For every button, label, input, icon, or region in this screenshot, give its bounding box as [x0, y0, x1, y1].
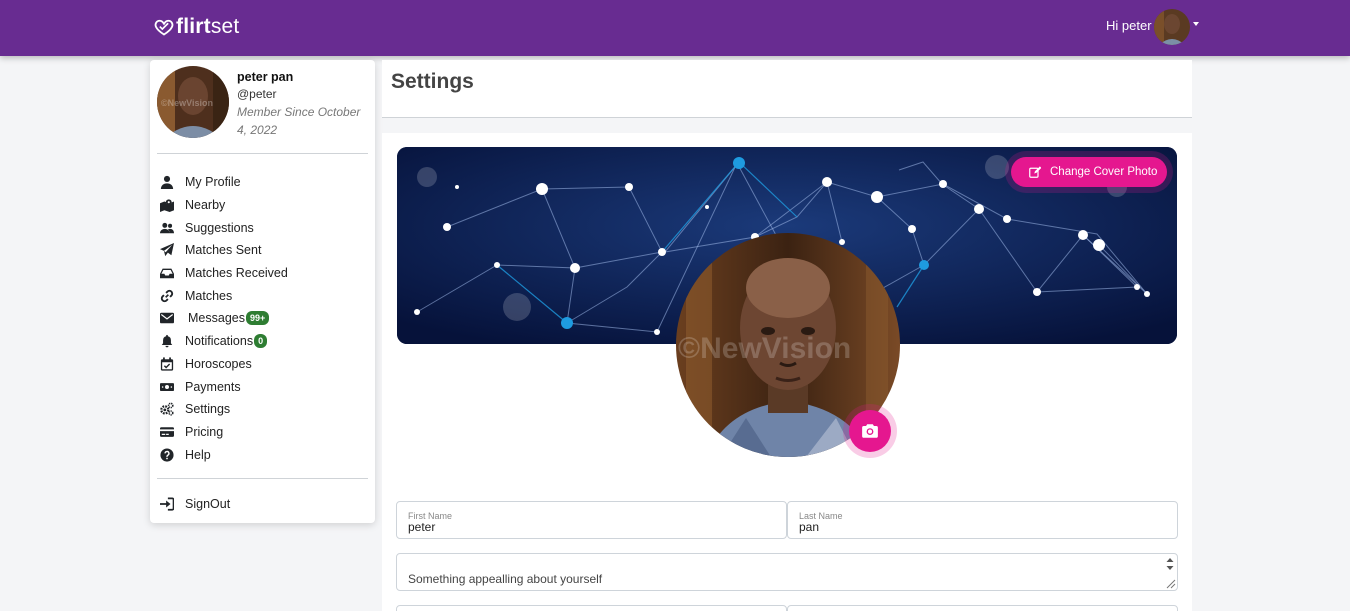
sidebar-item-label: Help: [185, 447, 211, 462]
change-cover-photo-button[interactable]: Change Cover Photo: [1011, 157, 1167, 187]
sidebar-item-label: Matches Sent: [185, 243, 262, 258]
watermark-text: ©NewVision: [161, 98, 213, 108]
sidebar-item-label: Horoscopes: [185, 356, 252, 371]
sidebar-item-label: Notifications: [185, 334, 254, 349]
divider: [382, 117, 1192, 118]
sidebar-item-notifications[interactable]: Notifications 0: [160, 330, 365, 353]
bio-value: Something appealling about yourself: [408, 572, 603, 586]
change-profile-photo-button[interactable]: [849, 410, 891, 452]
profile-handle: @peter: [237, 87, 277, 101]
sidebar-item-label: Pricing: [185, 424, 224, 439]
chevron-down-icon[interactable]: [1193, 22, 1199, 26]
sidebar-item-help[interactable]: Help: [160, 443, 365, 466]
textarea-spinner-icon[interactable]: [1165, 556, 1175, 572]
sidebar-item-label: Suggestions: [185, 220, 254, 235]
change-cover-photo-label: Change Cover Photo: [1050, 166, 1158, 178]
calendar-check-icon: [160, 357, 174, 371]
sidebar-item-label: Settings: [185, 402, 231, 417]
form-field[interactable]: [396, 605, 787, 611]
sidebar-item-label: Matches: [185, 288, 233, 303]
brand-name: flirtset: [176, 15, 240, 38]
sidebar-item-payments[interactable]: Payments: [160, 375, 365, 398]
money-bill-icon: [160, 382, 174, 391]
user-greeting[interactable]: Hi peter: [1106, 18, 1152, 33]
sidebar-item-settings[interactable]: Settings: [160, 398, 365, 421]
sidebar-item-my-profile[interactable]: My Profile: [160, 171, 365, 194]
nav-avatar[interactable]: [1154, 9, 1190, 45]
last-name-value: pan: [799, 520, 820, 534]
sidebar-item-messages[interactable]: Messages 99+: [160, 307, 365, 330]
edit-icon: [1029, 166, 1041, 178]
profile-name: peter pan: [237, 70, 294, 84]
resize-handle-icon[interactable]: [1164, 577, 1176, 589]
page-title: Settings: [391, 70, 474, 93]
link-icon: [160, 289, 174, 302]
divider: [157, 153, 368, 154]
member-since: Member Since October 4, 2022: [237, 105, 361, 137]
credit-card-icon: [160, 427, 174, 437]
sidebar: ©NewVision peter pan @peter Member Since…: [150, 60, 375, 523]
camera-icon: [862, 424, 878, 438]
sidebar-item-nearby[interactable]: Nearby: [160, 194, 365, 217]
sign-out-icon: [160, 497, 174, 511]
first-name-value: peter: [408, 520, 436, 534]
sidebar-item-matches-received[interactable]: Matches Received: [160, 262, 365, 285]
sidebar-item-label: My Profile: [185, 175, 241, 190]
divider: [157, 478, 368, 479]
paper-plane-icon: [160, 243, 174, 257]
brand-logo[interactable]: flirtset: [154, 15, 239, 39]
form-field[interactable]: [787, 605, 1178, 611]
sidebar-item-matches-sent[interactable]: Matches Sent: [160, 239, 365, 262]
inbox-icon: [160, 268, 174, 279]
sidebar-item-horoscopes[interactable]: Horoscopes: [160, 353, 365, 376]
watermark-text: ©NewVision: [678, 332, 851, 365]
question-circle-icon: [160, 448, 174, 462]
sidebar-menu: My Profile Nearby Suggestions Matches Se…: [160, 171, 365, 466]
envelope-icon: [160, 313, 174, 324]
sidebar-item-pricing[interactable]: Pricing: [160, 421, 365, 444]
sidebar-item-label: Nearby: [185, 198, 226, 213]
messages-count-badge: 99+: [245, 311, 270, 326]
cogs-icon: [160, 402, 174, 416]
signout-link[interactable]: SignOut: [160, 497, 230, 511]
user-icon: [160, 176, 174, 190]
sidebar-item-label: Matches Received: [185, 266, 288, 281]
bell-icon: [161, 335, 173, 348]
sidebar-item-matches[interactable]: Matches: [160, 284, 365, 307]
users-icon: [160, 222, 174, 233]
sidebar-item-suggestions[interactable]: Suggestions: [160, 216, 365, 239]
last-name-field[interactable]: Last Name pan: [787, 501, 1178, 539]
notifications-count-badge: 0: [254, 334, 268, 349]
page-header: Settings: [382, 60, 1192, 117]
map-marker-icon: [160, 199, 174, 213]
avatar[interactable]: ©NewVision: [157, 66, 229, 138]
sidebar-item-label: Messages: [188, 311, 245, 326]
heart-logo-icon: [154, 19, 174, 36]
signout-label: SignOut: [185, 497, 231, 511]
sidebar-item-label: Payments: [185, 379, 241, 394]
bio-textarea[interactable]: Something appealling about yourself: [396, 553, 1178, 591]
first-name-field[interactable]: First Name peter: [396, 501, 787, 539]
top-navbar: flirtset Hi peter: [0, 0, 1350, 56]
